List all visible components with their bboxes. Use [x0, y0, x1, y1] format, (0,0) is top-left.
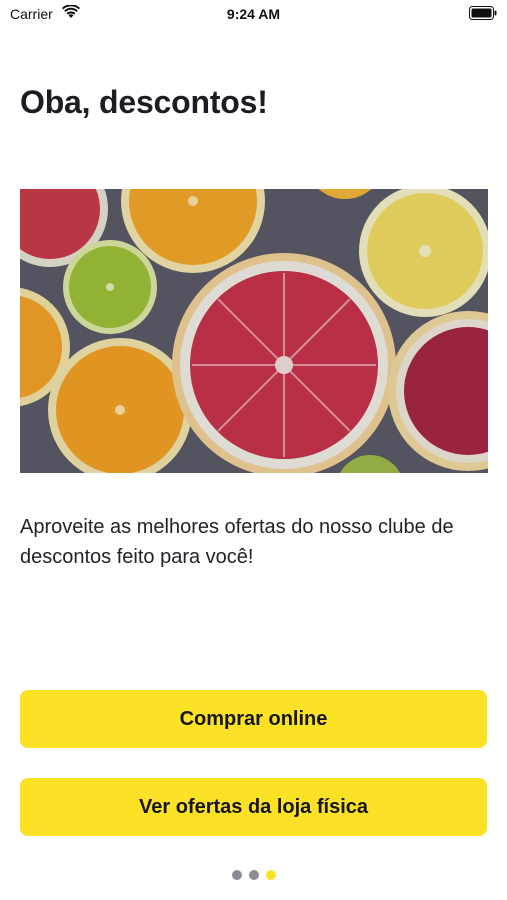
status-bar: Carrier 9:24 AM — [0, 0, 507, 28]
hero-image — [20, 189, 488, 473]
page-dot-3[interactable] — [265, 870, 276, 880]
store-offers-button[interactable]: Ver ofertas da loja física — [20, 778, 487, 836]
page-title: Oba, descontos! — [20, 84, 268, 120]
clock: 9:24 AM — [226, 6, 281, 22]
page-dot-1[interactable] — [231, 870, 242, 880]
buy-online-button[interactable]: Comprar online — [20, 690, 487, 748]
page-dot-2[interactable] — [248, 870, 259, 880]
battery-icon — [469, 6, 497, 20]
citrus-slices-photo — [20, 189, 488, 473]
description-text: Aproveite as melhores ofertas do nosso c… — [20, 516, 454, 568]
page-indicator — [0, 870, 507, 880]
